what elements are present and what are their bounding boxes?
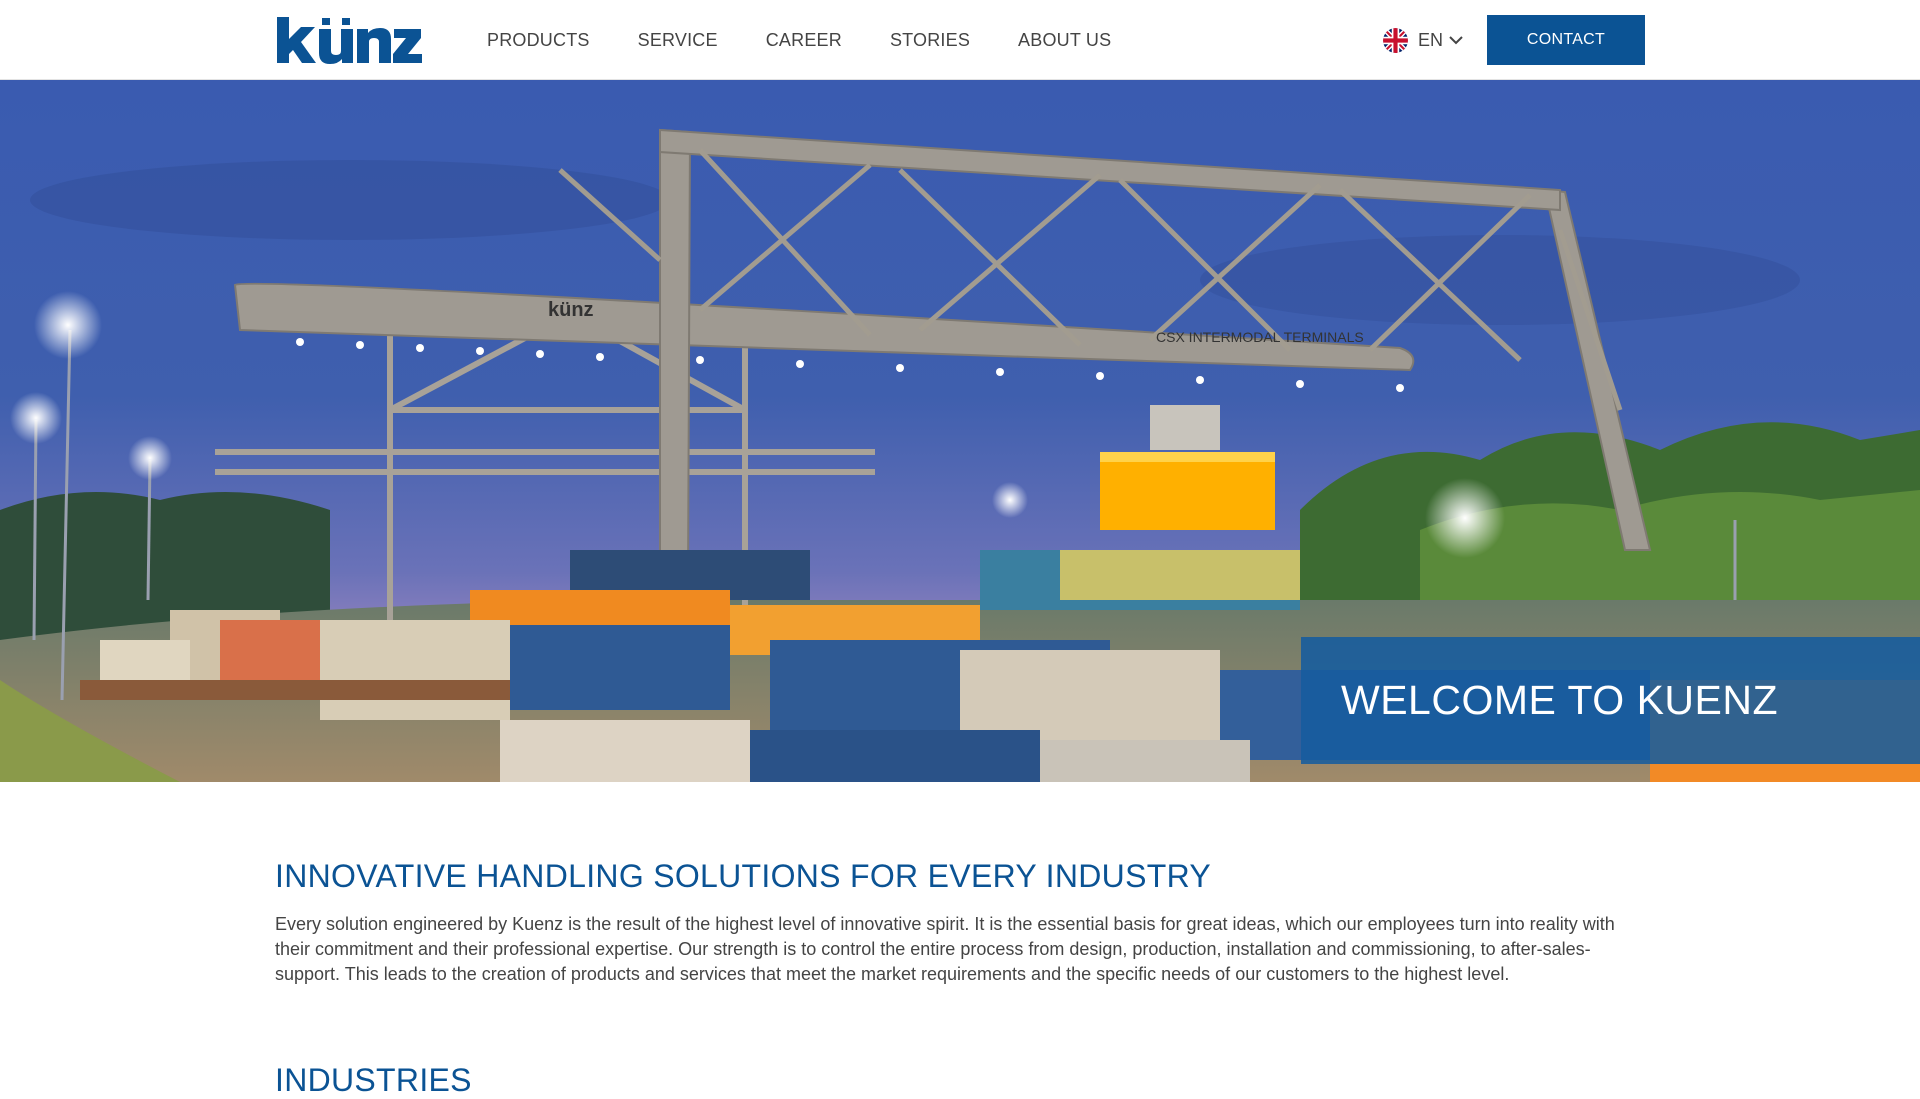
chevron-down-icon xyxy=(1449,36,1463,45)
hero-banner: künz CSX INTERMODAL TERMINALS WELCOME TO… xyxy=(0,80,1920,782)
language-label: EN xyxy=(1418,29,1444,50)
main-nav: PRODUCTS SERVICE CAREER STORIES ABOUT US xyxy=(487,0,1159,80)
uk-flag-icon xyxy=(1383,27,1408,53)
site-header: PRODUCTS SERVICE CAREER STORIES ABOUT US… xyxy=(0,0,1920,80)
intro-body: Every solution engineered by Kuenz is th… xyxy=(275,914,1615,984)
nav-products[interactable]: PRODUCTS xyxy=(487,30,590,51)
welcome-overlay: WELCOME TO KUENZ xyxy=(1301,637,1920,764)
crane-kuenz-logo: künz xyxy=(548,299,594,321)
language-selector[interactable]: EN xyxy=(1383,27,1463,53)
kuenz-logo[interactable] xyxy=(275,15,423,65)
contact-button[interactable]: CONTACT xyxy=(1487,15,1645,65)
industries-title: INDUSTRIES xyxy=(275,1062,472,1098)
welcome-heading: WELCOME TO KUENZ xyxy=(1341,677,1779,723)
intro-title: INNOVATIVE HANDLING SOLUTIONS FOR EVERY … xyxy=(275,858,1212,894)
crane-csx-sign: CSX INTERMODAL TERMINALS xyxy=(1156,329,1364,345)
nav-career[interactable]: CAREER xyxy=(766,30,842,51)
nav-service[interactable]: SERVICE xyxy=(638,30,718,51)
nav-stories[interactable]: STORIES xyxy=(890,30,970,51)
nav-about-us[interactable]: ABOUT US xyxy=(1018,30,1111,51)
